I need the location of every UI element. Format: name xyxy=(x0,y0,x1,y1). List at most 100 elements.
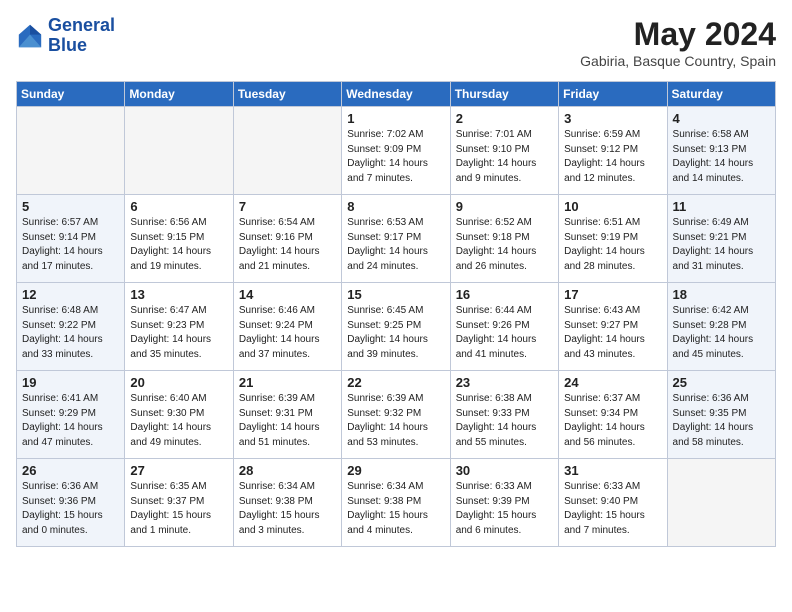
weekday-sunday: Sunday xyxy=(17,82,125,107)
calendar-day-6: 6 Sunrise: 6:56 AM Sunset: 9:15 PM Daylig… xyxy=(125,195,233,283)
title-block: May 2024 Gabiria, Basque Country, Spain xyxy=(580,16,776,69)
calendar-day-25: 25 Sunrise: 6:36 AM Sunset: 9:35 PM Dayli… xyxy=(667,371,775,459)
day-number: 20 xyxy=(130,375,227,390)
calendar-week-5: 26 Sunrise: 6:36 AM Sunset: 9:36 PM Dayli… xyxy=(17,459,776,547)
day-number: 27 xyxy=(130,463,227,478)
day-info: Sunrise: 6:34 AM Sunset: 9:38 PM Dayligh… xyxy=(347,480,444,538)
day-number: 1 xyxy=(347,111,444,126)
logo-line2: Blue xyxy=(48,36,115,56)
calendar-day-31: 31 Sunrise: 6:33 AM Sunset: 9:40 PM Dayli… xyxy=(559,459,667,547)
day-number: 26 xyxy=(22,463,119,478)
calendar-empty xyxy=(233,107,341,195)
calendar-day-29: 29 Sunrise: 6:34 AM Sunset: 9:38 PM Dayli… xyxy=(342,459,450,547)
day-info: Sunrise: 6:41 AM Sunset: 9:29 PM Dayligh… xyxy=(22,392,119,450)
day-info: Sunrise: 6:33 AM Sunset: 9:40 PM Dayligh… xyxy=(564,480,661,538)
calendar-day-3: 3Sunrise: 6:59 AM Sunset: 9:12 PM Daylig… xyxy=(559,107,667,195)
day-number: 10 xyxy=(564,199,661,214)
day-info: Sunrise: 6:36 AM Sunset: 9:36 PM Dayligh… xyxy=(22,480,119,538)
day-info: Sunrise: 6:39 AM Sunset: 9:31 PM Dayligh… xyxy=(239,392,336,450)
calendar-week-3: 12 Sunrise: 6:48 AM Sunset: 9:22 PM Dayli… xyxy=(17,283,776,371)
calendar-table: SundayMondayTuesdayWednesdayThursdayFrid… xyxy=(16,81,776,547)
day-info: Sunrise: 6:43 AM Sunset: 9:27 PM Dayligh… xyxy=(564,304,661,362)
day-number: 23 xyxy=(456,375,553,390)
calendar-day-22: 22 Sunrise: 6:39 AM Sunset: 9:32 PM Dayli… xyxy=(342,371,450,459)
calendar-day-30: 30Sunrise: 6:33 AM Sunset: 9:39 PM Dayli… xyxy=(450,459,558,547)
day-info: Sunrise: 6:48 AM Sunset: 9:22 PM Dayligh… xyxy=(22,304,119,362)
day-number: 21 xyxy=(239,375,336,390)
day-info: Sunrise: 6:52 AM Sunset: 9:18 PM Dayligh… xyxy=(456,216,553,274)
calendar-day-19: 19 Sunrise: 6:41 AM Sunset: 9:29 PM Dayli… xyxy=(17,371,125,459)
day-number: 25 xyxy=(673,375,770,390)
weekday-tuesday: Tuesday xyxy=(233,82,341,107)
day-number: 7 xyxy=(239,199,336,214)
calendar-day-17: 17 Sunrise: 6:43 AM Sunset: 9:27 PM Dayli… xyxy=(559,283,667,371)
day-number: 19 xyxy=(22,375,119,390)
day-number: 15 xyxy=(347,287,444,302)
calendar-day-1: 1 Sunrise: 7:02 AM Sunset: 9:09 PM Daylig… xyxy=(342,107,450,195)
day-info: Sunrise: 6:57 AM Sunset: 9:14 PM Dayligh… xyxy=(22,216,119,274)
day-number: 3 xyxy=(564,111,661,126)
day-info: Sunrise: 6:46 AM Sunset: 9:24 PM Dayligh… xyxy=(239,304,336,362)
calendar-day-16: 16Sunrise: 6:44 AM Sunset: 9:26 PM Dayli… xyxy=(450,283,558,371)
day-info: Sunrise: 6:56 AM Sunset: 9:15 PM Dayligh… xyxy=(130,216,227,274)
calendar-week-4: 19 Sunrise: 6:41 AM Sunset: 9:29 PM Dayli… xyxy=(17,371,776,459)
calendar-day-23: 23 Sunrise: 6:38 AM Sunset: 9:33 PM Dayli… xyxy=(450,371,558,459)
logo-icon xyxy=(16,22,44,50)
day-info: Sunrise: 6:38 AM Sunset: 9:33 PM Dayligh… xyxy=(456,392,553,450)
day-info: Sunrise: 7:02 AM Sunset: 9:09 PM Dayligh… xyxy=(347,128,444,186)
day-info: Sunrise: 7:01 AM Sunset: 9:10 PM Dayligh… xyxy=(456,128,553,186)
calendar-empty xyxy=(667,459,775,547)
calendar-day-20: 20 Sunrise: 6:40 AM Sunset: 9:30 PM Dayli… xyxy=(125,371,233,459)
day-number: 12 xyxy=(22,287,119,302)
page-header: General Blue May 2024 Gabiria, Basque Co… xyxy=(16,16,776,69)
logo: General Blue xyxy=(16,16,115,56)
weekday-wednesday: Wednesday xyxy=(342,82,450,107)
month-title: May 2024 xyxy=(580,16,776,53)
weekday-monday: Monday xyxy=(125,82,233,107)
day-number: 5 xyxy=(22,199,119,214)
day-number: 8 xyxy=(347,199,444,214)
day-number: 29 xyxy=(347,463,444,478)
calendar-body: 1 Sunrise: 7:02 AM Sunset: 9:09 PM Daylig… xyxy=(17,107,776,547)
calendar-day-10: 10Sunrise: 6:51 AM Sunset: 9:19 PM Dayli… xyxy=(559,195,667,283)
weekday-saturday: Saturday xyxy=(667,82,775,107)
day-info: Sunrise: 6:58 AM Sunset: 9:13 PM Dayligh… xyxy=(673,128,770,186)
day-number: 4 xyxy=(673,111,770,126)
day-info: Sunrise: 6:39 AM Sunset: 9:32 PM Dayligh… xyxy=(347,392,444,450)
day-number: 28 xyxy=(239,463,336,478)
calendar-empty xyxy=(125,107,233,195)
day-number: 22 xyxy=(347,375,444,390)
calendar-day-27: 27 Sunrise: 6:35 AM Sunset: 9:37 PM Dayli… xyxy=(125,459,233,547)
calendar-day-12: 12 Sunrise: 6:48 AM Sunset: 9:22 PM Dayli… xyxy=(17,283,125,371)
day-info: Sunrise: 6:36 AM Sunset: 9:35 PM Dayligh… xyxy=(673,392,770,450)
day-number: 17 xyxy=(564,287,661,302)
calendar-day-18: 18Sunrise: 6:42 AM Sunset: 9:28 PM Dayli… xyxy=(667,283,775,371)
day-info: Sunrise: 6:37 AM Sunset: 9:34 PM Dayligh… xyxy=(564,392,661,450)
day-number: 13 xyxy=(130,287,227,302)
location-subtitle: Gabiria, Basque Country, Spain xyxy=(580,53,776,69)
day-number: 31 xyxy=(564,463,661,478)
day-number: 2 xyxy=(456,111,553,126)
day-number: 16 xyxy=(456,287,553,302)
day-info: Sunrise: 6:34 AM Sunset: 9:38 PM Dayligh… xyxy=(239,480,336,538)
calendar-day-15: 15Sunrise: 6:45 AM Sunset: 9:25 PM Dayli… xyxy=(342,283,450,371)
day-info: Sunrise: 6:53 AM Sunset: 9:17 PM Dayligh… xyxy=(347,216,444,274)
calendar-day-5: 5 Sunrise: 6:57 AM Sunset: 9:14 PM Daylig… xyxy=(17,195,125,283)
weekday-friday: Friday xyxy=(559,82,667,107)
calendar-day-8: 8 Sunrise: 6:53 AM Sunset: 9:17 PM Daylig… xyxy=(342,195,450,283)
calendar-day-26: 26 Sunrise: 6:36 AM Sunset: 9:36 PM Dayli… xyxy=(17,459,125,547)
calendar-empty xyxy=(17,107,125,195)
calendar-week-1: 1 Sunrise: 7:02 AM Sunset: 9:09 PM Daylig… xyxy=(17,107,776,195)
weekday-thursday: Thursday xyxy=(450,82,558,107)
day-number: 14 xyxy=(239,287,336,302)
day-number: 9 xyxy=(456,199,553,214)
day-number: 11 xyxy=(673,199,770,214)
day-info: Sunrise: 6:42 AM Sunset: 9:28 PM Dayligh… xyxy=(673,304,770,362)
calendar-day-11: 11Sunrise: 6:49 AM Sunset: 9:21 PM Dayli… xyxy=(667,195,775,283)
calendar-day-21: 21 Sunrise: 6:39 AM Sunset: 9:31 PM Dayli… xyxy=(233,371,341,459)
day-info: Sunrise: 6:40 AM Sunset: 9:30 PM Dayligh… xyxy=(130,392,227,450)
calendar-day-14: 14 Sunrise: 6:46 AM Sunset: 9:24 PM Dayli… xyxy=(233,283,341,371)
day-number: 6 xyxy=(130,199,227,214)
logo-line1: General xyxy=(48,16,115,36)
day-info: Sunrise: 6:35 AM Sunset: 9:37 PM Dayligh… xyxy=(130,480,227,538)
